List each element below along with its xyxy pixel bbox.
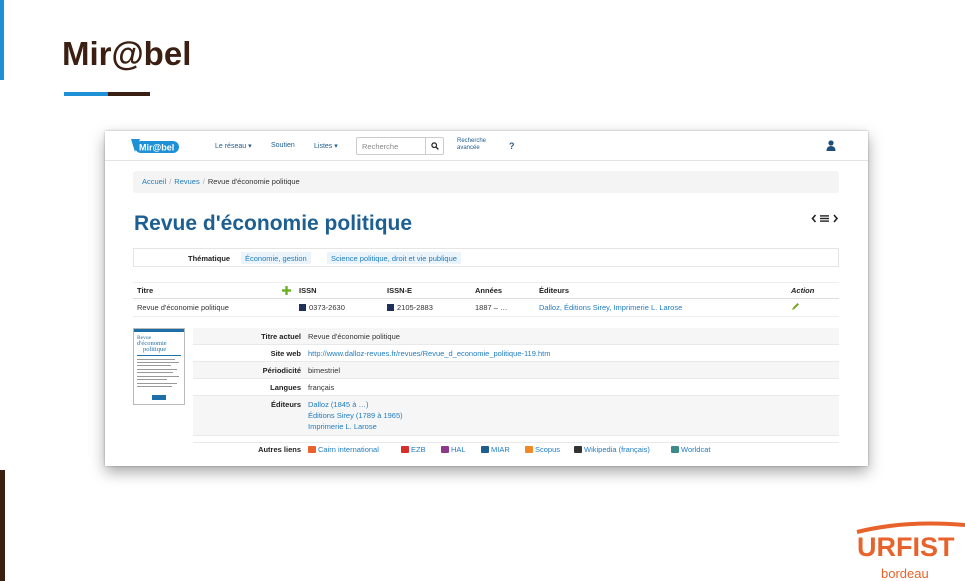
cell-annees: 1887 – … xyxy=(471,298,535,317)
cairn-icon xyxy=(308,446,316,453)
link-miar[interactable]: MIAR xyxy=(481,445,510,454)
site-web-link[interactable]: http://www.dalloz-revues.fr/revues/Revue… xyxy=(308,349,551,358)
user-icon[interactable] xyxy=(826,140,836,151)
detail-editeurs: Éditeurs Dalloz (1845 à …) Éditions Sire… xyxy=(193,396,839,436)
wikipedia-icon xyxy=(574,446,582,453)
chevron-right-icon[interactable] xyxy=(833,214,839,223)
theme-tag-science-politique[interactable]: Science politique, droit et vie publique xyxy=(327,252,461,264)
search-icon xyxy=(431,142,439,150)
urfist-logo: URFIST bordeau xyxy=(855,520,965,581)
left-accent-bar-bottom xyxy=(0,470,5,581)
header-issn: ISSN xyxy=(295,282,383,299)
edit-pencil-icon[interactable] xyxy=(791,302,800,311)
detail-site-web: Site web http://www.dalloz-revues.fr/rev… xyxy=(193,345,839,362)
nav-listes[interactable]: Listes ▾ xyxy=(314,142,338,150)
header-annees: Années xyxy=(471,282,535,299)
cell-action xyxy=(787,298,839,317)
editeur-link-dalloz[interactable]: Dalloz (1845 à …) xyxy=(308,400,368,409)
page-title: Revue d'économie politique xyxy=(134,212,413,235)
header-issne: ISSN-E xyxy=(383,282,471,299)
detail-titre-actuel: Titre actuel Revue d'économie politique xyxy=(193,328,839,345)
autres-liens-label: Autres liens xyxy=(258,445,301,454)
cell-editeurs[interactable]: Dalloz, Éditions Sirey, Imprimerie L. La… xyxy=(535,298,787,317)
miar-icon xyxy=(481,446,489,453)
link-worldcat[interactable]: Worldcat xyxy=(671,445,710,454)
detail-periodicite: Périodicité bimestriel xyxy=(193,362,839,379)
header-editeurs: Éditeurs xyxy=(535,282,787,299)
slide: Mir@bel Mir@bel Le réseau ▾ Soutien List… xyxy=(0,0,965,581)
thematique-label: Thématique xyxy=(188,254,231,263)
journal-icon xyxy=(387,304,394,311)
header-action: Action xyxy=(787,282,839,299)
worldcat-icon xyxy=(671,446,679,453)
urfist-name: URFIST xyxy=(857,532,955,562)
link-wikipedia[interactable]: Wikipedia (français) xyxy=(574,445,650,454)
advanced-search-link[interactable]: Recherche avancée xyxy=(457,138,497,152)
breadcrumb: Accueil / Revues / Revue d'économie politiqu… xyxy=(133,171,839,193)
mirabel-logo[interactable]: Mir@bel xyxy=(129,136,183,156)
link-scopus[interactable]: Scopus xyxy=(525,445,560,454)
thematique-row: Thématique Économie, gestion Science pol… xyxy=(133,248,839,267)
urfist-city: bordeau xyxy=(881,566,929,581)
title-underline xyxy=(64,92,150,96)
table-header-row: Titre ISSN ISSN-E Années Éditeurs Action xyxy=(133,282,839,299)
logo-text: Mir@bel xyxy=(139,143,174,153)
hal-icon xyxy=(441,446,449,453)
chevron-left-icon[interactable] xyxy=(811,214,817,223)
scopus-icon xyxy=(525,446,533,453)
record-pager xyxy=(811,214,839,225)
editeur-link-sirey[interactable]: Éditions Sirey (1789 à 1965) xyxy=(308,411,403,420)
list-icon[interactable] xyxy=(820,215,829,222)
link-ezb[interactable]: EZB xyxy=(401,445,426,454)
cell-titre: Revue d'économie politique xyxy=(133,298,295,317)
table-row: Revue d'économie politique 0373-2630 210… xyxy=(133,298,839,317)
navbar: Mir@bel Le réseau ▾ Soutien Listes ▾ Rec… xyxy=(105,131,868,161)
breadcrumb-accueil[interactable]: Accueil xyxy=(142,177,166,186)
search-button[interactable] xyxy=(425,137,444,155)
autres-liens-row: Autres liens Cairn international EZB HAL… xyxy=(193,442,839,456)
titles-table: Titre ISSN ISSN-E Années Éditeurs Action… xyxy=(133,282,839,317)
cell-issn[interactable]: 0373-2630 xyxy=(295,298,383,317)
ezb-icon xyxy=(401,446,409,453)
left-accent-bar xyxy=(0,0,4,80)
theme-tag-economie[interactable]: Économie, gestion xyxy=(241,252,311,264)
svg-text:politique: politique xyxy=(143,346,166,353)
link-cairn[interactable]: Cairn international xyxy=(308,445,379,454)
journal-cover-image: Revue d'économie politique xyxy=(133,328,185,405)
breadcrumb-current: Revue d'économie politique xyxy=(207,177,300,186)
cell-issne[interactable]: 2105-2883 xyxy=(383,298,471,317)
nav-soutien[interactable]: Soutien xyxy=(271,142,295,149)
slide-title: Mir@bel xyxy=(62,35,192,72)
journal-icon xyxy=(299,304,306,311)
website-screenshot: Mir@bel Le réseau ▾ Soutien Listes ▾ Rec… xyxy=(105,131,868,466)
detail-langues: Langues français xyxy=(193,379,839,396)
nav-le-reseau[interactable]: Le réseau ▾ xyxy=(215,142,252,150)
link-hal[interactable]: HAL xyxy=(441,445,466,454)
journal-details: Titre actuel Revue d'économie politique … xyxy=(193,328,839,436)
help-link[interactable]: ? xyxy=(509,141,515,151)
header-titre: Titre xyxy=(133,282,295,299)
add-icon[interactable] xyxy=(282,286,291,295)
editeur-link-larose[interactable]: Imprimerie L. Larose xyxy=(308,422,377,431)
breadcrumb-revues[interactable]: Revues xyxy=(174,177,199,186)
